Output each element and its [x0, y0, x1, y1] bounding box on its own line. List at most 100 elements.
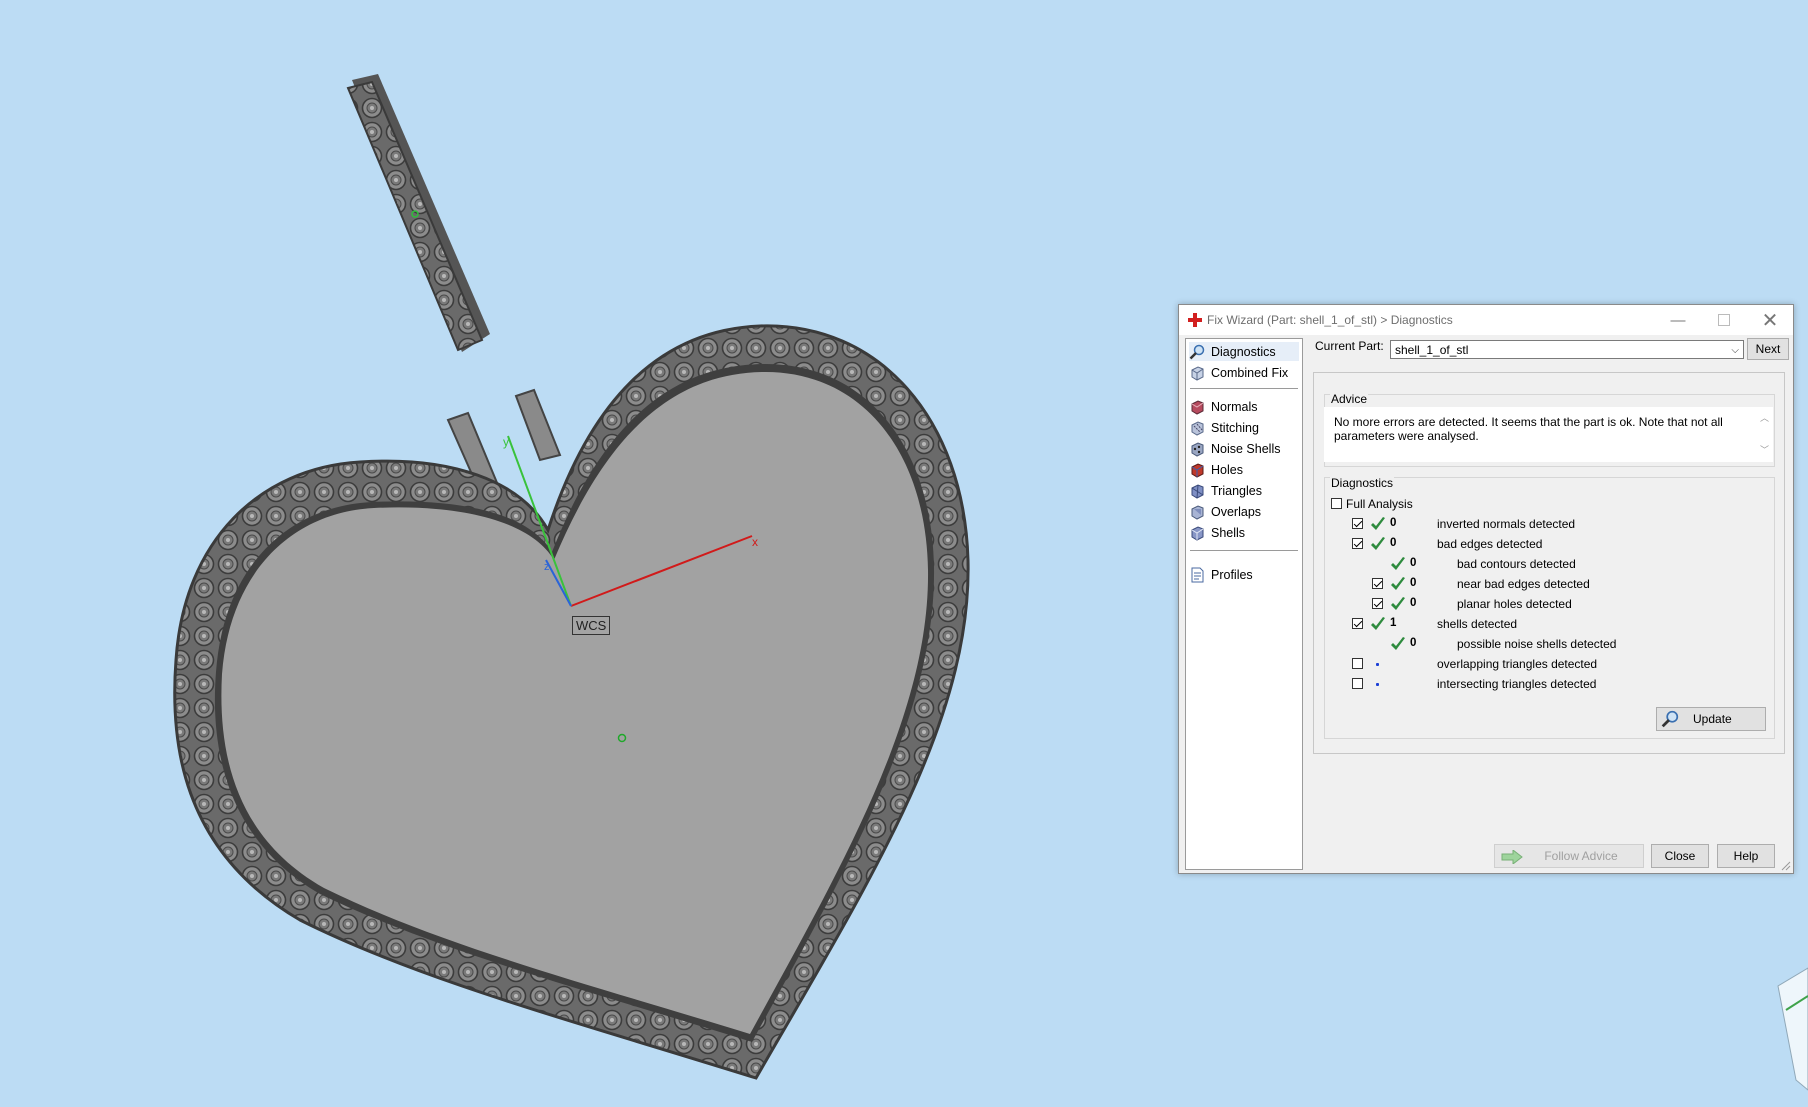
triangles-icon [1191, 483, 1204, 499]
diagnostic-checkbox[interactable] [1372, 598, 1383, 609]
check-icon [1391, 597, 1405, 610]
cube-icon [1191, 365, 1204, 381]
diagnostic-checkbox[interactable] [1352, 618, 1363, 629]
diagnostic-count: 0 [1410, 637, 1417, 649]
holes-icon [1191, 462, 1204, 478]
maximize-button[interactable] [1701, 305, 1747, 335]
bail-model [346, 74, 490, 352]
minimize-button[interactable]: — [1655, 305, 1701, 335]
check-icon [1371, 537, 1385, 550]
nav-separator [1190, 550, 1298, 551]
full-analysis-label: Full Analysis [1346, 497, 1413, 511]
nav-label: Holes [1211, 462, 1243, 477]
heart-pendant-model [173, 324, 970, 1080]
diagnostics-panel: Advice No more errors are detected. It s… [1313, 372, 1785, 754]
diagnostics-title: Diagnostics [1330, 476, 1395, 490]
dialog-title: Fix Wizard (Part: shell_1_of_stl) > Diag… [1207, 313, 1453, 327]
close-icon: ✕ [1761, 309, 1779, 332]
next-button[interactable]: Next [1747, 338, 1789, 360]
nav-label: Normals [1211, 399, 1258, 414]
current-part-select[interactable]: shell_1_of_stl ⌵ [1390, 340, 1744, 359]
maximize-icon [1718, 314, 1730, 326]
document-icon [1191, 567, 1204, 582]
check-icon [1391, 637, 1405, 650]
diagnostic-count: 0 [1390, 517, 1397, 529]
diagnostic-checkbox[interactable] [1352, 518, 1363, 529]
diagnostic-label: near bad edges detected [1457, 577, 1590, 591]
nav-separator [1190, 388, 1298, 389]
diagnostic-label: inverted normals detected [1437, 517, 1576, 531]
diagnostic-label: bad contours detected [1457, 557, 1576, 571]
close-window-button[interactable]: ✕ [1747, 305, 1793, 335]
diagnostic-label: overlapping triangles detected [1437, 657, 1598, 671]
fix-wizard-dialog: Fix Wizard (Part: shell_1_of_stl) > Diag… [1178, 304, 1794, 874]
check-icon [1391, 577, 1405, 590]
nav-item-stitching[interactable]: Stitching [1189, 418, 1299, 437]
nav-label: Noise Shells [1211, 441, 1281, 456]
full-analysis-checkbox[interactable] [1331, 498, 1342, 509]
current-part-label: Current Part: [1315, 339, 1384, 353]
nav-item-holes[interactable]: Holes [1189, 460, 1299, 479]
diagnostic-count: 0 [1410, 557, 1417, 569]
diagnostic-checkbox[interactable] [1352, 678, 1363, 689]
scroll-down-icon[interactable]: ﹀ [1760, 443, 1769, 457]
minimize-icon: — [1670, 311, 1686, 329]
diagnostic-count: 1 [1390, 617, 1397, 629]
advice-title: Advice [1330, 392, 1369, 406]
diagnostic-label: intersecting triangles detected [1437, 677, 1597, 691]
x-axis-label: x [752, 535, 758, 549]
diagnostic-count: 0 [1390, 537, 1397, 549]
nav-label: Combined Fix [1211, 365, 1289, 380]
chevron-down-icon: ⌵ [1731, 345, 1739, 356]
diagnostic-checkbox[interactable] [1372, 578, 1383, 589]
not-analysed-icon [1376, 683, 1379, 686]
nav-label: Triangles [1211, 483, 1262, 498]
not-analysed-icon [1376, 663, 1379, 666]
nav-label: Profiles [1211, 567, 1253, 582]
fix-wizard-nav: Diagnostics Combined Fix Normals Stitchi… [1185, 338, 1303, 870]
wcs-label: WCS [572, 616, 611, 635]
dialog-titlebar[interactable]: Fix Wizard (Part: shell_1_of_stl) > Diag… [1179, 305, 1793, 335]
follow-advice-label: Follow Advice [1544, 849, 1618, 863]
shells-icon [1191, 525, 1204, 541]
nav-item-profiles[interactable]: Profiles [1189, 565, 1299, 584]
nav-item-overlaps[interactable]: Overlaps [1189, 502, 1299, 521]
close-button[interactable]: Close [1651, 844, 1709, 868]
diagnostic-label: possible noise shells detected [1457, 637, 1617, 651]
diagnostic-label: planar holes detected [1457, 597, 1572, 611]
overlaps-icon [1191, 504, 1204, 520]
nav-item-combined-fix[interactable]: Combined Fix [1189, 363, 1299, 382]
update-button[interactable]: Update [1656, 707, 1766, 731]
stitching-icon [1191, 420, 1204, 436]
current-part-value: shell_1_of_stl [1395, 343, 1469, 357]
magnifier-icon [1661, 710, 1679, 728]
nav-item-diagnostics[interactable]: Diagnostics [1189, 342, 1299, 361]
follow-advice-button[interactable]: Follow Advice [1494, 844, 1644, 868]
diagnostic-label: shells detected [1437, 617, 1518, 631]
red-cross-icon [1188, 313, 1202, 327]
diagnostic-label: bad edges detected [1437, 537, 1543, 551]
nav-label: Overlaps [1211, 504, 1262, 519]
resize-grip-icon[interactable] [1781, 861, 1791, 871]
magnifier-icon [1189, 344, 1205, 359]
nav-item-triangles[interactable]: Triangles [1189, 481, 1299, 500]
advice-textbox[interactable]: No more errors are detected. It seems th… [1324, 407, 1773, 462]
update-label: Update [1693, 712, 1732, 726]
z-axis-label: z [544, 561, 550, 573]
check-icon [1391, 557, 1405, 570]
nav-label: Stitching [1211, 420, 1259, 435]
nav-label: Diagnostics [1211, 344, 1276, 359]
check-icon [1371, 517, 1385, 530]
nav-item-normals[interactable]: Normals [1189, 397, 1299, 416]
help-button[interactable]: Help [1717, 844, 1775, 868]
diagnostic-checkbox[interactable] [1352, 538, 1363, 549]
diagnostic-checkbox[interactable] [1352, 658, 1363, 669]
nav-label: Shells [1211, 525, 1246, 540]
nav-item-shells[interactable]: Shells [1189, 523, 1299, 542]
scroll-up-icon[interactable]: ︿ [1760, 411, 1769, 425]
y-axis-label: y [503, 435, 509, 449]
advice-text: No more errors are detected. It seems th… [1334, 415, 1723, 443]
view-cube[interactable] [1777, 967, 1808, 1091]
check-icon [1371, 617, 1385, 630]
nav-item-noise-shells[interactable]: Noise Shells [1189, 439, 1299, 458]
